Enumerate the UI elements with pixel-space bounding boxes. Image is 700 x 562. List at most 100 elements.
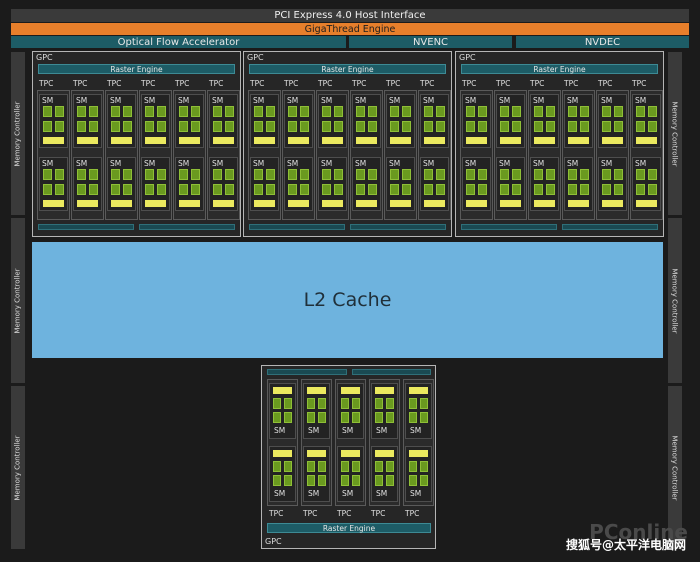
tpc-block: SM SM [562, 90, 595, 220]
tpc-block: SM SM [384, 90, 417, 220]
rt-core-block [466, 137, 487, 144]
cuda-core-block [273, 412, 281, 423]
sm-block: SM [337, 383, 364, 439]
cuda-core-block [500, 121, 509, 132]
cuda-core-block [402, 106, 411, 117]
sm-label: SM [355, 96, 367, 105]
rt-core-block [254, 200, 275, 207]
cuda-core-block [386, 461, 394, 472]
sm-label: SM [321, 159, 333, 168]
sm-label: SM [274, 426, 286, 435]
tpc-label: TPC [250, 79, 265, 88]
cuda-core-block [356, 169, 365, 180]
cuda-core-block [614, 169, 623, 180]
cuda-core-block [225, 121, 234, 132]
cuda-core-block [254, 169, 263, 180]
cuda-core-block [478, 184, 487, 195]
cuda-core-block [341, 398, 349, 409]
rt-core-block [424, 137, 445, 144]
sm-block: SM [496, 157, 525, 211]
tpc-label: TPC [462, 79, 477, 88]
tpc-block: SM SM [71, 90, 104, 220]
cuda-core-block [648, 169, 657, 180]
gpc-block: GPC Raster Engine TPC SM SM TPC SM SM TPC SM SM TPC… [32, 51, 241, 237]
cuda-core-block [436, 169, 445, 180]
rt-core-block [568, 137, 589, 144]
tpc-label: TPC [371, 509, 386, 518]
sm-block: SM [175, 157, 204, 211]
rt-core-block [145, 137, 166, 144]
sm-block: SM [209, 157, 238, 211]
sm-block: SM [107, 157, 136, 211]
cuda-core-block [614, 121, 623, 132]
gpc-label: GPC [265, 537, 282, 546]
tpc-block: SM SM [403, 379, 434, 506]
cuda-core-block [284, 398, 292, 409]
cuda-core-block [288, 121, 297, 132]
cuda-core-block [500, 169, 509, 180]
cuda-core-block [318, 461, 326, 472]
cuda-core-block [284, 412, 292, 423]
cuda-core-block [300, 121, 309, 132]
sm-block: SM [530, 94, 559, 148]
gpc-bottom-strip [350, 224, 446, 230]
sm-block: SM [39, 94, 68, 148]
sm-block: SM [371, 383, 398, 439]
sm-block: SM [73, 157, 102, 211]
rt-core-block [534, 200, 555, 207]
cuda-core-block [648, 106, 657, 117]
sm-block: SM [496, 94, 525, 148]
cuda-core-block [55, 169, 64, 180]
nvenc-block: NVENC [349, 36, 512, 48]
cuda-core-block [466, 184, 475, 195]
sm-label: SM [355, 159, 367, 168]
cuda-core-block [580, 184, 589, 195]
tpc-label: TPC [73, 79, 88, 88]
rt-core-block [390, 200, 411, 207]
cuda-core-block [288, 169, 297, 180]
rt-core-block [466, 200, 487, 207]
tpc-block: SM SM [350, 90, 383, 220]
cuda-core-block [478, 169, 487, 180]
cuda-core-block [157, 106, 166, 117]
sm-block: SM [209, 94, 238, 148]
cuda-core-block [420, 475, 428, 486]
sm-block: SM [530, 157, 559, 211]
tpc-block: SM SM [316, 90, 349, 220]
cuda-core-block [145, 106, 154, 117]
cuda-core-block [334, 121, 343, 132]
rt-core-block [77, 200, 98, 207]
sm-label: SM [178, 159, 190, 168]
rt-core-block [568, 200, 589, 207]
rt-core-block [213, 200, 234, 207]
rt-core-block [145, 200, 166, 207]
tpc-label: TPC [420, 79, 435, 88]
sm-block: SM [73, 94, 102, 148]
tpc-label: TPC [141, 79, 156, 88]
sm-label: SM [635, 159, 647, 168]
cuda-core-block [318, 475, 326, 486]
memory-controller-left-3: Memory Controller [11, 386, 25, 549]
cuda-core-block [145, 169, 154, 180]
cuda-core-block [602, 106, 611, 117]
rt-core-block [273, 450, 292, 457]
tpc-label: TPC [284, 79, 299, 88]
cuda-core-block [123, 106, 132, 117]
cuda-core-block [512, 184, 521, 195]
cuda-core-block [300, 184, 309, 195]
cuda-core-block [77, 169, 86, 180]
cuda-core-block [352, 461, 360, 472]
cuda-core-block [648, 184, 657, 195]
sm-block: SM [462, 157, 491, 211]
cuda-core-block [546, 184, 555, 195]
cuda-core-block [341, 412, 349, 423]
tpc-label: TPC [107, 79, 122, 88]
sm-label: SM [389, 159, 401, 168]
tpc-label: TPC [405, 509, 420, 518]
sm-label: SM [389, 96, 401, 105]
tpc-label: TPC [564, 79, 579, 88]
cuda-core-block [568, 184, 577, 195]
cuda-core-block [123, 169, 132, 180]
gigathread-engine: GigaThread Engine [11, 23, 689, 35]
gpc-bottom-strip [562, 224, 658, 230]
